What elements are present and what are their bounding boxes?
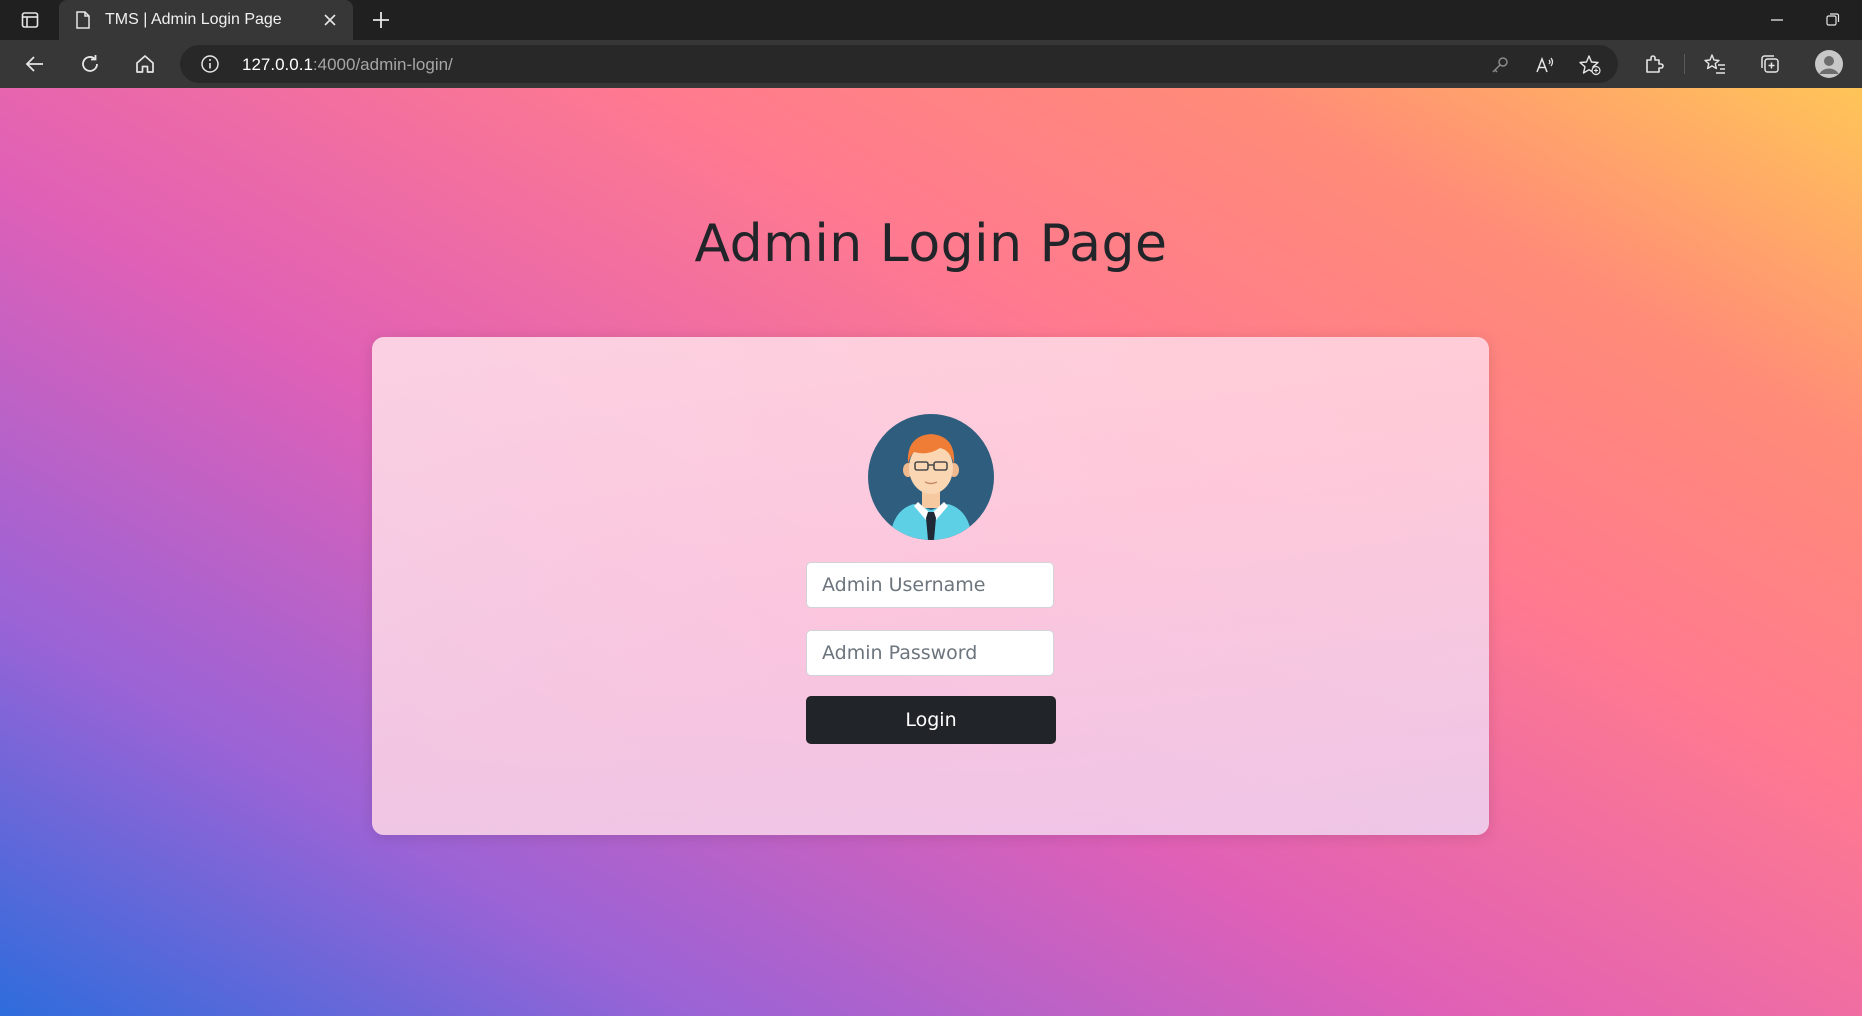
toolbar-divider (1684, 54, 1685, 74)
url-text: 127.0.0.1:4000/admin-login/ (242, 55, 453, 75)
refresh-icon[interactable] (75, 50, 105, 78)
add-favorite-icon[interactable] (1578, 54, 1601, 76)
page-viewport: Admin Login Page Admin Username Login (0, 88, 1862, 1016)
info-icon[interactable] (200, 54, 220, 79)
tab-title: TMS | Admin Login Page (105, 11, 282, 28)
close-icon[interactable] (321, 11, 339, 29)
read-aloud-icon[interactable] (1534, 54, 1556, 76)
browser-tabstrip: TMS | Admin Login Page (0, 0, 1862, 40)
minimize-icon[interactable] (1762, 8, 1792, 32)
password-input[interactable] (806, 630, 1054, 676)
collections-icon[interactable] (1757, 51, 1783, 77)
page-icon (75, 11, 91, 34)
home-icon[interactable] (130, 50, 160, 78)
username-input[interactable] (806, 562, 1054, 608)
extensions-icon[interactable] (1641, 51, 1667, 77)
address-bar[interactable]: 127.0.0.1:4000/admin-login/ (180, 45, 1618, 83)
back-icon[interactable] (20, 50, 50, 78)
key-icon[interactable] (1489, 54, 1511, 76)
tab-actions-icon[interactable] (12, 6, 48, 34)
favorites-icon[interactable] (1702, 51, 1728, 77)
login-card: Login (372, 337, 1489, 835)
browser-toolbar: 127.0.0.1:4000/admin-login/ (0, 40, 1862, 88)
restore-icon[interactable] (1818, 8, 1848, 32)
login-button[interactable]: Login (806, 696, 1056, 744)
url-host: 127.0.0.1 (242, 55, 313, 74)
admin-avatar-icon (868, 414, 994, 540)
url-path: :4000/admin-login/ (312, 55, 453, 74)
page-title: Admin Login Page (694, 214, 1168, 274)
profile-avatar-icon[interactable] (1814, 49, 1844, 79)
browser-tab-active[interactable]: TMS | Admin Login Page (59, 0, 353, 40)
new-tab-icon[interactable] (368, 8, 394, 32)
